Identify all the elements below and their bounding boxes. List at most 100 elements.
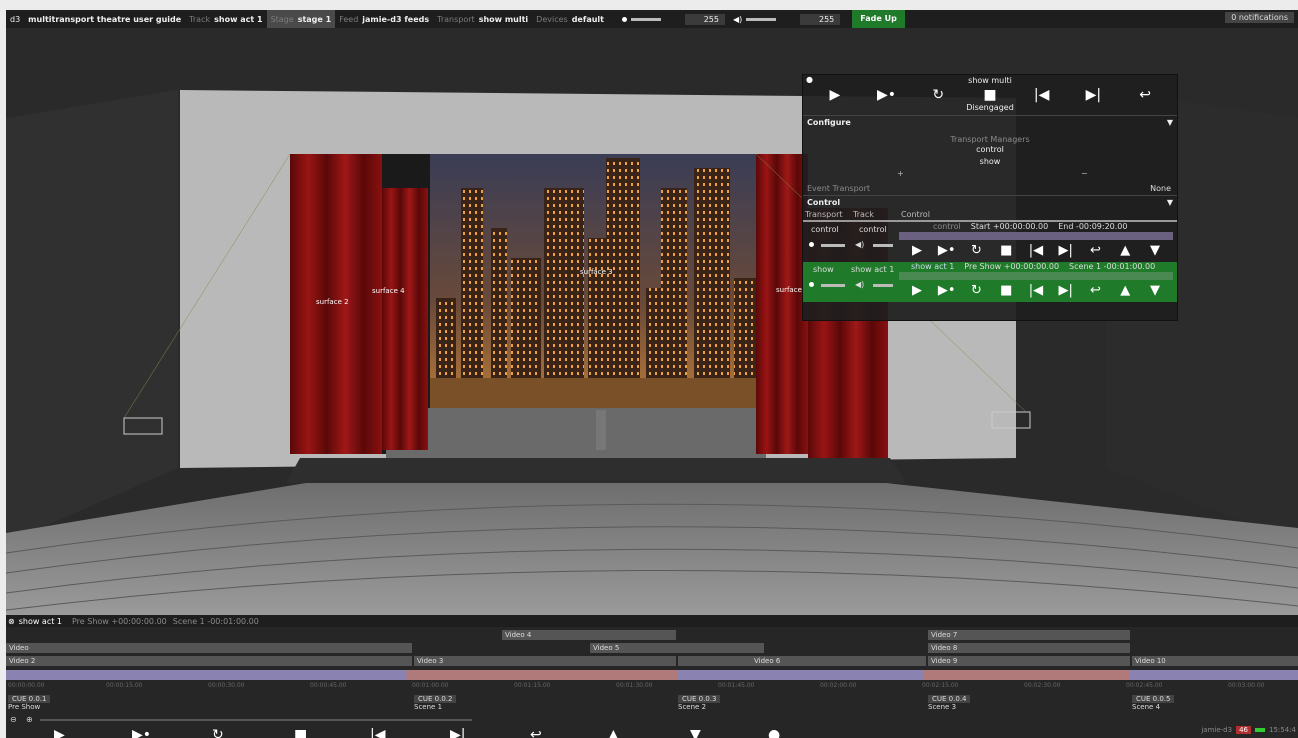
cue-marker[interactable]: CUE 0.0.2 Scene 1 [414, 695, 457, 711]
previous-section-icon[interactable]: |◀ [370, 727, 385, 738]
brightness-slider[interactable] [631, 17, 661, 21]
surface-label[interactable]: surface 4 [372, 287, 405, 295]
surface-label[interactable]: surface 3 [580, 268, 613, 276]
video-layer[interactable]: Video 2 [6, 656, 412, 666]
stop-icon[interactable]: ■ [976, 86, 1004, 104]
loop-play-icon[interactable]: ↻ [212, 727, 224, 738]
video-layer[interactable]: Video 4 [502, 630, 676, 640]
return-to-start-icon[interactable]: ↩ [1131, 86, 1159, 104]
stop-icon[interactable]: ■ [992, 282, 1020, 300]
row-progress-bar[interactable] [899, 232, 1173, 240]
play-to-end-icon[interactable]: ▶• [933, 242, 961, 260]
row-volume-slider[interactable] [873, 284, 893, 287]
manager-item[interactable]: control [803, 144, 1177, 156]
video-layer[interactable]: Video [6, 643, 412, 653]
manager-item[interactable]: show [803, 156, 1177, 168]
configure-section-header[interactable]: Configure ▼ [803, 115, 1177, 129]
row-track-name[interactable]: show act 1 [851, 265, 894, 274]
play-to-end-icon[interactable]: ▶• [873, 86, 901, 104]
row-brightness-slider[interactable] [821, 284, 845, 287]
notifications-badge[interactable]: 0 notifications [1225, 12, 1294, 23]
cue-marker[interactable]: CUE 0.0.1 Pre Show [8, 695, 51, 711]
play-icon[interactable]: ▶ [821, 86, 849, 104]
video-layer[interactable]: Video 9 [928, 656, 1130, 666]
event-transport-value[interactable]: None [1150, 184, 1171, 193]
control-section-header[interactable]: Control ▼ [803, 195, 1177, 209]
play-icon[interactable]: ▶ [903, 282, 931, 300]
transport-row-active[interactable]: show show act 1 ◀) show act 1 Pre Show +… [803, 262, 1177, 302]
record-icon[interactable]: ● [768, 727, 780, 738]
close-icon[interactable]: ⊗ [8, 617, 15, 626]
brightness-control[interactable]: 255 [618, 10, 729, 28]
project-name[interactable]: multitransport theatre user guide [24, 10, 185, 28]
volume-control[interactable]: ◀) 255 [729, 10, 844, 28]
next-section-icon[interactable]: ▶| [1052, 282, 1080, 300]
cue-marker[interactable]: CUE 0.0.4 Scene 3 [928, 695, 971, 711]
volume-slider[interactable] [746, 17, 777, 21]
row-volume-slider[interactable] [873, 244, 893, 247]
play-icon[interactable]: ▶ [903, 242, 931, 260]
next-section-icon[interactable]: ▶| [1052, 242, 1080, 260]
remove-manager-button[interactable]: − [1081, 169, 1088, 178]
row-dot-icon[interactable] [809, 242, 814, 247]
video-layer[interactable]: Video 6 [678, 656, 926, 666]
play-icon[interactable]: ▶ [54, 727, 65, 738]
track-selector[interactable]: Track show act 1 [185, 10, 266, 28]
return-to-start-icon[interactable]: ↩ [530, 727, 542, 738]
loop-play-icon[interactable]: ↻ [963, 242, 991, 260]
return-to-start-icon[interactable]: ↩ [1082, 242, 1110, 260]
video-layer[interactable]: Video 8 [928, 643, 1130, 653]
volume-up-icon[interactable]: ▲ [1111, 242, 1139, 260]
row-progress-bar[interactable] [899, 272, 1173, 280]
return-to-start-icon[interactable]: ↩ [1082, 282, 1110, 300]
transport-row[interactable]: control control ◀) control Start +00:00:… [803, 220, 1177, 262]
stop-icon[interactable]: ■ [294, 727, 307, 738]
machine-name: jamie-d3 [1201, 726, 1233, 734]
volume-up-icon[interactable]: ▲ [1111, 282, 1139, 300]
zoom-out-icon[interactable]: ⊖ [10, 715, 17, 724]
play-to-end-icon[interactable]: ▶• [132, 727, 151, 738]
row-brightness-slider[interactable] [821, 244, 845, 247]
next-section-icon[interactable]: ▶| [1079, 86, 1107, 104]
add-manager-button[interactable]: + [897, 169, 904, 178]
row-track-name[interactable]: control [859, 225, 887, 234]
video-layer[interactable]: Video 7 [928, 630, 1130, 640]
engagement-status: Disengaged [966, 103, 1014, 112]
cue-number: CUE 0.0.2 [414, 695, 457, 703]
surface-label[interactable]: surface [776, 286, 802, 294]
fade-up-button[interactable]: Fade Up [852, 10, 905, 28]
volume-down-icon[interactable]: ▼ [690, 727, 701, 738]
speaker-icon: ◀) [855, 280, 865, 289]
surface-label[interactable]: surface 2 [316, 298, 349, 306]
video-layer[interactable]: Video 5 [590, 643, 764, 653]
devices-selector[interactable]: Devices default [532, 10, 608, 28]
zoom-slider[interactable] [40, 719, 472, 721]
video-layer[interactable]: Video 3 [414, 656, 676, 666]
transport-selector[interactable]: Transport show multi [433, 10, 532, 28]
feed-selector[interactable]: Feed jamie-d3 feeds [335, 10, 433, 28]
app-menu[interactable]: d3 [6, 10, 24, 28]
previous-section-icon[interactable]: |◀ [1022, 242, 1050, 260]
volume-up-icon[interactable]: ▲ [608, 727, 619, 738]
cue-marker[interactable]: CUE 0.0.5 Scene 4 [1132, 695, 1175, 711]
volume-down-icon[interactable]: ▼ [1141, 282, 1169, 300]
brightness-value[interactable]: 255 [685, 13, 725, 25]
volume-value[interactable]: 255 [800, 13, 841, 25]
stage-selector[interactable]: Stage stage 1 [266, 10, 336, 28]
cue-number: CUE 0.0.5 [1132, 695, 1175, 703]
cue-marker[interactable]: CUE 0.0.3 Scene 2 [678, 695, 721, 711]
close-icon[interactable]: ● [806, 75, 813, 84]
next-section-icon[interactable]: ▶| [450, 727, 465, 738]
loop-play-icon[interactable]: ↻ [924, 86, 952, 104]
previous-section-icon[interactable]: |◀ [1028, 86, 1056, 104]
volume-down-icon[interactable]: ▼ [1141, 242, 1169, 260]
event-transport-label: Event Transport [807, 184, 870, 193]
row-dot-icon[interactable] [809, 282, 814, 287]
loop-play-icon[interactable]: ↻ [963, 282, 991, 300]
previous-section-icon[interactable]: |◀ [1022, 282, 1050, 300]
zoom-in-icon[interactable]: ⊕ [26, 715, 33, 724]
play-to-end-icon[interactable]: ▶• [933, 282, 961, 300]
video-layer[interactable]: Video 10 [1132, 656, 1298, 666]
stop-icon[interactable]: ■ [992, 242, 1020, 260]
time-ruler[interactable]: 00:00:00.00 00:00:15.00 00:00:30.00 00:0… [6, 682, 1298, 691]
